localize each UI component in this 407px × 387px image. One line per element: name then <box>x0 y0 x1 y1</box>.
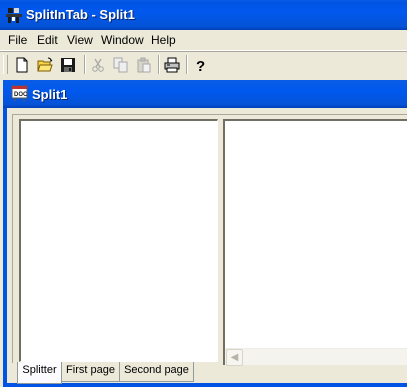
help-icon: ? <box>196 58 205 73</box>
paste-button[interactable] <box>134 55 154 75</box>
tab-first-page[interactable]: First page <box>61 362 120 382</box>
scroll-left-button[interactable]: ◀ <box>226 349 243 366</box>
mdi-child-window: DOC Split1 ◀ Splitter First page Second … <box>3 80 407 387</box>
toolbar-separator <box>186 55 188 74</box>
save-button[interactable] <box>58 55 78 75</box>
cut-icon <box>92 58 104 72</box>
copy-button[interactable] <box>111 55 131 75</box>
cut-button[interactable] <box>88 55 108 75</box>
tab-second-page[interactable]: Second page <box>119 362 194 382</box>
document-icon[interactable]: DOC <box>11 85 28 102</box>
about-button[interactable]: ? <box>190 55 210 75</box>
tab-panel: ◀ <box>12 114 407 366</box>
horizontal-scrollbar[interactable]: ◀ <box>225 348 407 366</box>
child-client-area: ◀ Splitter First page Second page <box>7 108 407 384</box>
menu-bar: File Edit View Window Help <box>0 30 407 51</box>
child-title: Split1 <box>32 87 68 102</box>
open-button[interactable] <box>35 55 55 75</box>
right-pane[interactable]: ◀ <box>223 119 407 366</box>
window-title: SplitInTab - Split1 <box>26 7 135 22</box>
new-button[interactable] <box>12 55 32 75</box>
tab-splitter[interactable]: Splitter <box>17 362 62 384</box>
menu-help[interactable]: Help <box>151 33 176 47</box>
new-icon <box>16 57 28 73</box>
svg-text:DOC: DOC <box>14 92 28 98</box>
svg-text:?: ? <box>196 58 205 73</box>
menu-file[interactable]: File <box>8 33 27 47</box>
print-button[interactable] <box>162 55 182 75</box>
menu-edit[interactable]: Edit <box>37 33 58 47</box>
toolbar-grip[interactable] <box>3 55 8 74</box>
app-icon[interactable] <box>5 6 23 24</box>
menu-view[interactable]: View <box>67 33 93 47</box>
menu-window[interactable]: Window <box>101 33 144 47</box>
title-bar[interactable]: SplitInTab - Split1 <box>0 0 407 30</box>
toolbar-separator <box>158 55 160 74</box>
toolbar: ? <box>0 51 407 78</box>
toolbar-separator <box>84 55 86 74</box>
left-pane[interactable] <box>19 119 218 362</box>
open-icon <box>37 57 53 72</box>
print-icon <box>164 57 180 73</box>
save-icon <box>61 58 75 72</box>
child-title-bar[interactable]: DOC Split1 <box>3 80 407 108</box>
paste-icon <box>137 57 151 73</box>
copy-icon <box>113 57 128 73</box>
